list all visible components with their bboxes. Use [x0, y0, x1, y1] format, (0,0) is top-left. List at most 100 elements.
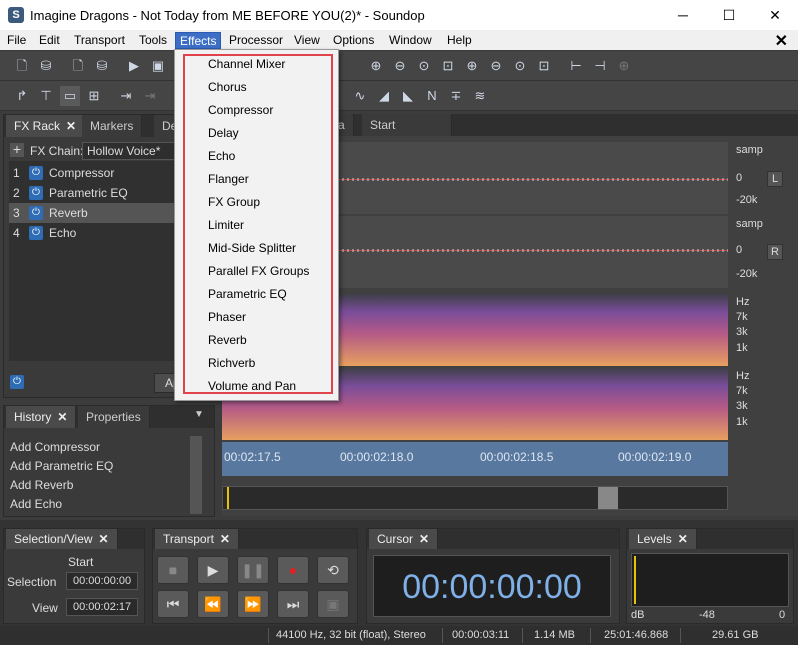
timeline-ruler[interactable]: 00:02:17.5 00:00:02:18.0 00:00:02:18.5 0… — [222, 442, 728, 476]
menu-item-chorus[interactable]: Chorus — [208, 76, 333, 99]
menu-help[interactable]: Help — [443, 32, 476, 49]
menu-item-delay[interactable]: Delay — [208, 122, 333, 145]
tab-markers[interactable]: Markers — [82, 115, 143, 137]
wave-tool-icon[interactable]: ∿ — [350, 86, 370, 106]
maximize-button[interactable]: ☐ — [706, 0, 752, 30]
power-icon[interactable]: ⏻ — [29, 226, 43, 240]
menu-item-channel-mixer[interactable]: Channel Mixer — [208, 53, 333, 76]
tab-selection-view[interactable]: Selection/View ✕ — [6, 529, 118, 549]
minimize-button[interactable]: ─ — [660, 0, 706, 30]
history-item[interactable]: Add Echo — [7, 495, 187, 514]
rewind-button[interactable]: ⏪ — [197, 590, 229, 618]
menu-item-fx-group[interactable]: FX Group — [208, 191, 333, 214]
power-icon[interactable]: ⏻ — [29, 206, 43, 220]
envelope-icon[interactable]: Ν — [422, 86, 442, 106]
go-end-button[interactable]: ⏭ — [277, 590, 309, 618]
stop-button[interactable]: ■ — [157, 556, 189, 584]
menu-item-compressor[interactable]: Compressor — [208, 99, 333, 122]
document-close-icon[interactable]: ✕ — [775, 31, 788, 51]
close-button[interactable]: ✕ — [752, 0, 798, 30]
trim-start-icon[interactable]: ⇥ — [116, 86, 136, 106]
rack-power-icon[interactable]: ⏻ — [10, 375, 24, 389]
menu-item-phaser[interactable]: Phaser — [208, 306, 333, 329]
tab-levels[interactable]: Levels ✕ — [629, 529, 697, 549]
fx-row-4[interactable]: 4 ⏻ Echo — [9, 223, 177, 243]
menu-tools[interactable]: Tools — [135, 32, 171, 49]
play-icon[interactable]: ▶ — [124, 56, 144, 76]
close-icon[interactable]: ✕ — [57, 410, 67, 424]
menu-edit[interactable]: Edit — [35, 32, 64, 49]
menu-item-flanger[interactable]: Flanger — [208, 168, 333, 191]
zoom-in-vertical-icon[interactable]: ⊕ — [462, 56, 482, 76]
open-project-icon[interactable]: ⛁ — [92, 56, 112, 76]
zoom-out-vertical-icon[interactable]: ⊖ — [486, 56, 506, 76]
tab-history[interactable]: History ✕ — [6, 406, 77, 428]
record-mode-button[interactable]: ▣ — [317, 590, 349, 618]
new-file-icon[interactable]: 🗋 — [12, 56, 32, 76]
fast-forward-button[interactable]: ⏩ — [237, 590, 269, 618]
fade-out-icon[interactable]: ◣ — [398, 86, 418, 106]
zoom-reset-icon[interactable]: ⊡ — [534, 56, 554, 76]
menu-item-parallel-fx-groups[interactable]: Parallel FX Groups — [208, 260, 333, 283]
zoom-full-icon[interactable]: ⊡ — [438, 56, 458, 76]
view-start-field[interactable]: 00:00:02:17 — [66, 598, 138, 616]
chevron-down-icon[interactable]: ▼ — [194, 409, 204, 420]
selection-start-field[interactable]: 00:00:00:00 — [66, 572, 138, 590]
tab-transport[interactable]: Transport ✕ — [155, 529, 239, 549]
menu-file[interactable]: File — [3, 32, 30, 49]
cursor-tool-icon[interactable]: ↱ — [12, 86, 32, 106]
select-tool-icon[interactable]: ⊤ — [36, 86, 56, 106]
close-icon[interactable]: ✕ — [419, 532, 429, 546]
history-item[interactable]: Add Compressor — [7, 438, 187, 457]
tab-properties[interactable]: Properties — [78, 406, 150, 428]
history-item[interactable]: Add Reverb — [7, 476, 187, 495]
fx-chain-select[interactable]: Hollow Voice* — [82, 142, 178, 160]
menu-item-echo[interactable]: Echo — [208, 145, 333, 168]
new-project-icon[interactable]: 🗋 — [68, 56, 88, 76]
fx-row-3[interactable]: 3 ⏻ Reverb — [9, 203, 177, 223]
zoom-selection-icon[interactable]: ⊙ — [414, 56, 434, 76]
play-button[interactable]: ▶ — [197, 556, 229, 584]
right-channel-button[interactable]: R — [767, 244, 783, 260]
zoom-in-icon[interactable]: ⊕ — [366, 56, 386, 76]
left-channel-button[interactable]: L — [767, 171, 783, 187]
view-handle[interactable] — [598, 487, 618, 509]
tab-fx-rack[interactable]: FX Rack ✕ — [6, 115, 86, 137]
menu-window[interactable]: Window — [385, 32, 436, 49]
close-icon[interactable]: ✕ — [66, 119, 76, 133]
fx-row-2[interactable]: 2 ⏻ Parametric EQ — [9, 183, 177, 203]
power-icon[interactable]: ⏻ — [29, 166, 43, 180]
menu-item-parametric-eq[interactable]: Parametric EQ — [208, 283, 333, 306]
fade-in-icon[interactable]: ◢ — [374, 86, 394, 106]
close-icon[interactable]: ✕ — [220, 532, 230, 546]
tab-start[interactable]: Start — [362, 114, 452, 136]
record-button[interactable]: ● — [277, 556, 309, 584]
menu-item-volume-and-pan[interactable]: Volume and Pan — [208, 375, 333, 398]
open-file-icon[interactable]: ⛁ — [36, 56, 56, 76]
split-tool-icon[interactable]: ⊞ — [84, 86, 104, 106]
go-start-button[interactable]: ⏮ — [157, 590, 189, 618]
menu-item-limiter[interactable]: Limiter — [208, 214, 333, 237]
close-icon[interactable]: ✕ — [678, 532, 688, 546]
history-item[interactable]: Add Parametric EQ — [7, 457, 187, 476]
menu-item-reverb[interactable]: Reverb — [208, 329, 333, 352]
history-scrollbar[interactable] — [190, 436, 202, 514]
overview-scroller[interactable] — [222, 486, 728, 510]
menu-view[interactable]: View — [290, 32, 324, 49]
menu-item-mid-side-splitter[interactable]: Mid-Side Splitter — [208, 237, 333, 260]
pause-button[interactable]: ❚❚ — [237, 556, 269, 584]
add-effect-button[interactable]: + — [10, 142, 24, 157]
tab-cursor[interactable]: Cursor ✕ — [369, 529, 439, 549]
fx-row-1[interactable]: 1 ⏻ Compressor — [9, 163, 177, 183]
menu-item-richverb[interactable]: Richverb — [208, 352, 333, 375]
time-select-icon[interactable]: ▭ — [60, 86, 80, 106]
noise-icon[interactable]: ≋ — [470, 86, 490, 106]
zoom-out-icon[interactable]: ⊖ — [390, 56, 410, 76]
menu-processor[interactable]: Processor — [225, 32, 287, 49]
close-icon[interactable]: ✕ — [99, 532, 109, 546]
save-icon[interactable]: ▣ — [148, 56, 168, 76]
menu-effects[interactable]: Effects — [175, 32, 222, 49]
loop-button[interactable]: ⟲ — [317, 556, 349, 584]
zoom-left-icon[interactable]: ⊢ — [566, 56, 586, 76]
normalize-icon[interactable]: ∓ — [446, 86, 466, 106]
